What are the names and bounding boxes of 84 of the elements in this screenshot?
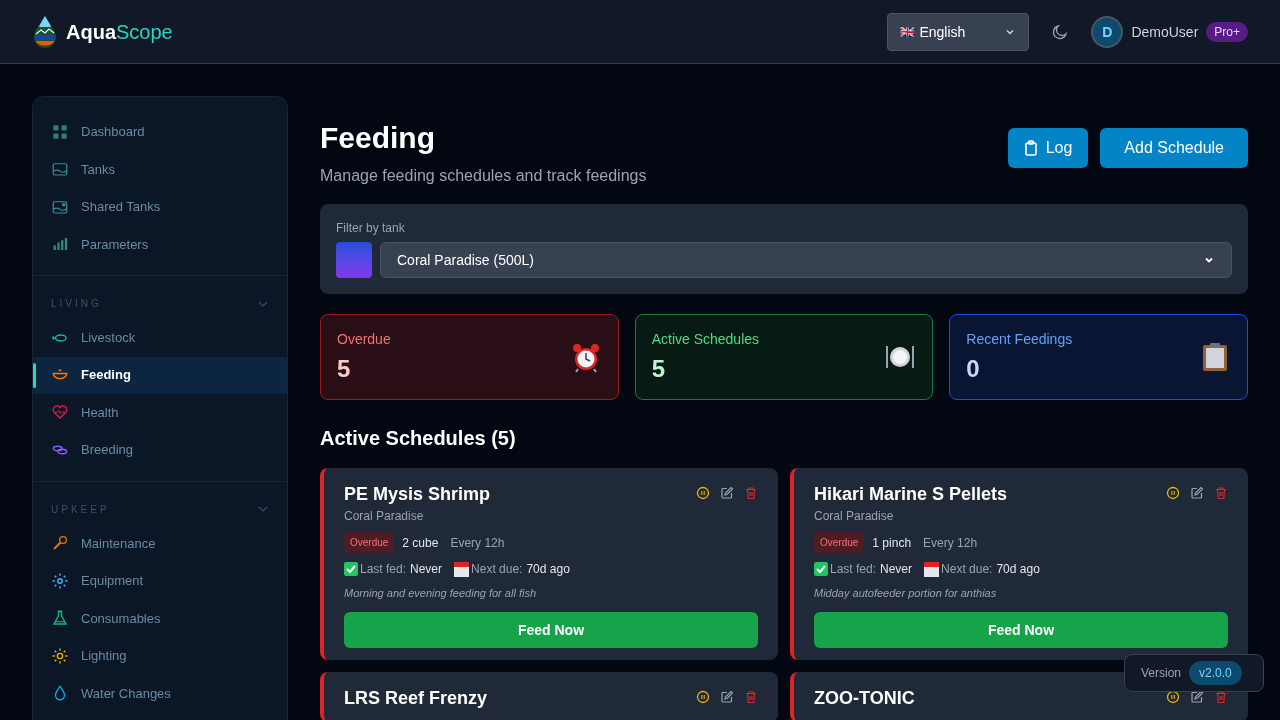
frequency-text: Every 12h [450,534,505,551]
flask-icon [51,609,69,628]
log-button[interactable]: Log [1007,128,1089,168]
last-fed-label: Last fed: [360,561,407,578]
stat-value: 5 [337,354,352,384]
clipboard-icon [1023,140,1038,156]
page-title: Feeding [320,120,436,156]
sidebar-item[interactable]: Shared Tanks [33,188,287,226]
edit-icon[interactable] [720,486,734,500]
section-heading: LIVING [51,297,102,311]
stat-label: Overdue [337,330,391,349]
grid-icon [51,122,69,141]
section-heading: Active Schedules (5) [320,426,517,451]
last-fed-value: Never [880,561,913,578]
pause-icon[interactable] [696,486,710,500]
version-label: Version [1141,665,1182,681]
feed-now-button[interactable]: Feed Now [814,611,1228,648]
sidebar-item[interactable]: Breeding [33,431,287,469]
sidebar-item[interactable]: Equipment [33,562,287,600]
edit-icon[interactable] [720,689,734,704]
pause-icon[interactable] [1166,689,1180,704]
version-badge: v2.0.0 [1189,661,1242,685]
next-due-value: 70d ago [526,561,570,578]
pause-icon[interactable] [1166,486,1180,500]
amount-text: 2 cube [402,534,439,551]
add-schedule-button[interactable]: Add Schedule [1100,128,1248,168]
last-fed-label: Last fed: [830,561,877,578]
stat-value: 0 [966,354,981,384]
check-mark-icon [814,562,828,577]
next-due-label: Next due: [471,561,523,578]
tank-name: Coral Paradise [344,508,425,524]
tank-name: Coral Paradise [814,508,895,524]
language-select[interactable]: 🇬🇧 English [887,12,1030,51]
sidebar-item[interactable]: Parameters [33,225,287,263]
trash-icon[interactable] [744,689,758,704]
check-mark-icon [344,562,358,577]
feed-now-button[interactable]: Feed Now [344,611,758,648]
edit-icon[interactable] [1190,689,1204,704]
schedule-notes: Morning and evening feeding for all fish [344,586,537,602]
sidebar-item[interactable]: Consumables [33,599,287,637]
sidebar-item[interactable]: Tanks [33,150,287,188]
sidebar-item[interactable]: Water Changes [33,674,287,712]
tank-select[interactable]: Coral Paradise (500L) [380,242,1232,278]
tank-icon [51,160,69,179]
tank-photo-placeholder [336,242,372,278]
calendar-icon [454,561,470,577]
section-heading: UPKEEP [51,502,110,517]
pause-icon[interactable] [696,689,710,704]
trash-icon[interactable] [1214,689,1228,704]
sidebar-item[interactable]: Livestock [33,319,287,357]
schedule-title: PE Mysis Shrimp [344,483,491,506]
calendar-icon [924,561,940,577]
trash-icon[interactable] [744,486,758,500]
stat-value: 5 [651,354,666,384]
amount-text: 1 pinch [872,534,912,551]
next-due-value: 70d ago [996,561,1040,578]
gear-icon [51,571,69,590]
status-badge: Overdue [814,532,865,554]
sidebar-item[interactable]: Feeding [33,356,287,394]
stat-label: Active Schedules [651,330,760,349]
next-due-label: Next due: [941,561,993,578]
sidebar-item[interactable]: Maintenance [33,524,287,562]
sidebar-item[interactable]: Dashboard [33,113,287,151]
brand-name[interactable]: AquaScope [66,17,173,46]
plan-badge: Pro+ [1206,21,1248,42]
last-fed-value: Never [410,561,443,578]
moon-icon[interactable] [1051,22,1070,41]
frequency-text: Every 12h [923,534,978,551]
schedule-title: ZOO-TONIC [814,686,915,710]
sun-icon [51,646,69,665]
filter-label: Filter by tank [336,220,406,236]
water-drop-logo-icon [32,14,58,49]
edit-icon[interactable] [1190,486,1204,500]
schedule-title: LRS Reef Frenzy [344,686,488,710]
user-name[interactable]: DemoUser [1131,21,1199,42]
stat-label: Recent Feedings [966,330,1073,349]
page-subtitle: Manage feeding schedules and track feedings [320,166,647,186]
sidebar-item[interactable]: Health [33,393,287,431]
schedule-notes: Midday autofeeder portion for anthias [814,586,998,602]
user-avatar[interactable]: D [1091,15,1124,48]
status-badge: Overdue [344,532,395,554]
sidebar-item[interactable]: Lighting [33,637,287,675]
schedule-title: Hikari Marine S Pellets [814,483,1008,506]
trash-icon[interactable] [1214,486,1228,500]
